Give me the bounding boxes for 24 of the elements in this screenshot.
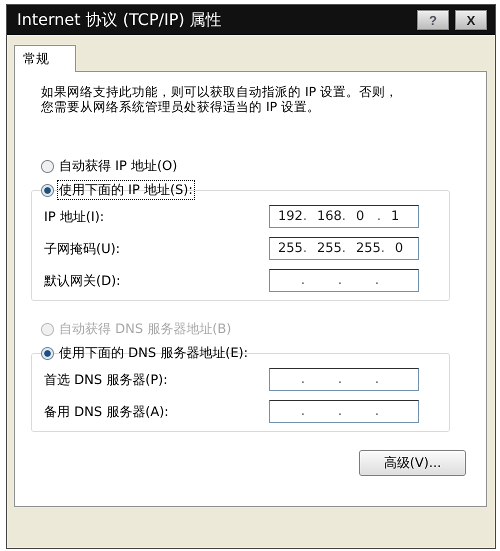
field-label: 默认网关(D):	[44, 272, 121, 290]
radio-button[interactable]	[41, 346, 54, 360]
radio-label: 使用下面的 DNS 服务器地址(E):	[58, 345, 249, 362]
radio-label: 使用下面的 IP 地址(S):	[58, 181, 194, 199]
radio-button[interactable]	[41, 184, 54, 196]
field-label: 首选 DNS 服务器(P):	[44, 372, 168, 388]
radio-label: 自动获得 IP 地址(O)	[58, 158, 178, 175]
radio-label: 自动获得 DNS 服务器地址(B)	[58, 321, 232, 338]
ip-address-field[interactable]: 255. 255. 255. 0	[269, 237, 419, 260]
radio-button[interactable]	[41, 160, 54, 172]
ip-address-field[interactable]: . . .	[269, 269, 419, 292]
close-button[interactable]: X	[455, 10, 487, 30]
field-label: 备用 DNS 服务器(A):	[44, 404, 169, 420]
advanced-button[interactable]: 高级(V)...	[359, 450, 466, 476]
description-text: 如果网络支持此功能，则可以获取自动指派的 IP 设置。否则，	[41, 84, 400, 99]
ip-address-field[interactable]: . . .	[269, 400, 419, 423]
field-label: IP 地址(I):	[44, 208, 104, 226]
tab[interactable]: 常规	[14, 45, 76, 72]
description-text: 您需要从网络系统管理员处获得适当的 IP 设置。	[41, 99, 322, 114]
ip-address-field[interactable]: . . .	[269, 368, 419, 391]
ip-address-field[interactable]: 192. 168. 0 . 1	[269, 205, 419, 228]
field-label: 子网掩码(U):	[44, 240, 120, 258]
window-title: Internet 协议 (TCP/IP) 属性	[17, 10, 222, 30]
help-button[interactable]: ?	[417, 10, 449, 30]
